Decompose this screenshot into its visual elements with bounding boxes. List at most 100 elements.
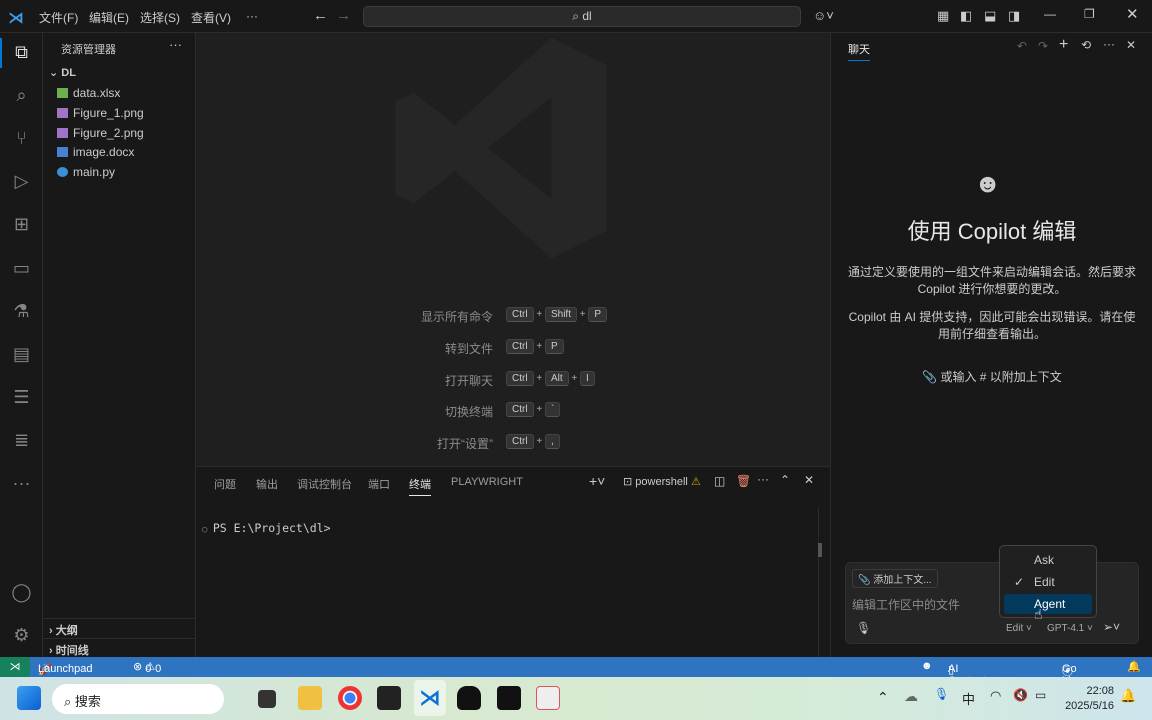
menu-selection[interactable]: 选择(S)	[140, 9, 180, 26]
forward-icon[interactable]: →	[336, 7, 351, 24]
attach-hint: 📎 或输入 # 以附加上下文	[922, 370, 1062, 384]
terminal-divider	[818, 507, 819, 657]
task-view-icon[interactable]	[258, 690, 276, 708]
terminal-output[interactable]: ○ PS E:\Project\dl>	[202, 521, 331, 535]
tab-playwright[interactable]: PLAYWRIGHT	[451, 476, 523, 488]
minimize-icon[interactable]: —	[1044, 7, 1056, 21]
menu-view[interactable]: 查看(V)	[191, 9, 231, 26]
hand-cursor-icon: ☝	[1034, 606, 1043, 622]
notifications-bell-icon[interactable]: 🔔	[1127, 660, 1141, 673]
send-icon[interactable]: ➢˅	[1103, 620, 1120, 634]
chat-title: 使用 Copilot 编辑	[907, 219, 1077, 244]
tab-debug-console[interactable]: 调试控制台	[297, 476, 352, 492]
file-explorer-icon[interactable]	[298, 686, 322, 710]
muted-speaker-icon[interactable]: 🔇	[1013, 688, 1028, 702]
undo-icon[interactable]: ↶	[1017, 39, 1027, 53]
menu-edit[interactable]: 编辑(E)	[89, 9, 129, 26]
copilot-icon[interactable]: ☺˅	[813, 8, 834, 23]
add-context-button[interactable]: 📎 添加上下文...	[852, 569, 938, 588]
menu-file[interactable]: 文件(F)	[39, 9, 78, 26]
capcut-icon[interactable]	[497, 686, 521, 710]
search-view-icon[interactable]: ⌕	[8, 82, 35, 109]
terminal-scrollbar[interactable]	[818, 543, 822, 557]
mode-option-ask[interactable]: Ask	[1004, 550, 1092, 570]
microphone-icon[interactable]: 🎙	[856, 621, 871, 635]
close-panel-icon[interactable]: ✕	[804, 473, 814, 487]
toggle-panel-icon[interactable]: ⬓	[984, 8, 996, 24]
database-icon[interactable]: ☰	[8, 384, 35, 411]
copilot-status-icon[interactable]: ☻	[921, 660, 933, 672]
toggle-secondary-sidebar-icon[interactable]: ◨	[1008, 8, 1020, 24]
windows-start-icon[interactable]	[17, 686, 41, 710]
testing-icon[interactable]: ⚗	[8, 298, 35, 325]
mode-option-edit[interactable]: ✓ Edit	[1004, 572, 1092, 592]
mode-dropdown: Ask ✓ Edit Agent	[999, 545, 1097, 618]
model-select[interactable]: GPT-4.1 ˅	[1047, 623, 1093, 634]
back-icon[interactable]: ←	[313, 7, 328, 24]
toggle-sidebar-icon[interactable]: ◧	[960, 8, 972, 24]
folder-dl[interactable]: ⌄ DL	[49, 66, 76, 79]
command-hint: 切换终端 Ctrl + `	[196, 401, 830, 421]
wifi-icon[interactable]: ◠	[990, 688, 1001, 704]
snipping-tool-icon[interactable]	[536, 686, 560, 710]
remote-explorer-icon[interactable]: ▭	[8, 255, 35, 282]
command-center-search[interactable]: ⌕ dl	[363, 6, 801, 27]
editor-area: 显示所有命令 Ctrl + Shift + P 转到文件 Ctrl + P 打开聊天…	[196, 33, 830, 466]
maximize-panel-icon[interactable]: ⌃	[780, 473, 790, 487]
mode-option-agent[interactable]: Agent	[1004, 594, 1092, 614]
file-item[interactable]: main.py	[57, 162, 115, 182]
problems-status[interactable]: ⊗ 0 ⚠ 0	[133, 660, 161, 675]
chat-panel: 聊天 ↶ ↷ + ⟲ ··· ✕ ☻ 使用 Copilot 编辑 通过定义要使用…	[830, 33, 1152, 657]
battery-icon[interactable]: ▭	[1035, 688, 1046, 702]
show-hidden-icons[interactable]: ⌃	[877, 689, 889, 706]
microphone-tray-icon[interactable]: 🎙	[934, 687, 949, 701]
file-item[interactable]: Figure_2.png	[57, 123, 144, 143]
menu-more[interactable]: ···	[246, 9, 258, 23]
run-debug-icon[interactable]: ▷	[8, 168, 35, 195]
tab-terminal[interactable]: 终端	[409, 476, 431, 496]
history-icon[interactable]: ⟲	[1081, 38, 1091, 52]
notification-icon[interactable]: 🔔	[1120, 688, 1136, 704]
tab-problems[interactable]: 问题	[214, 476, 236, 492]
explorer-icon[interactable]: ⧉	[8, 39, 35, 66]
file-item[interactable]: image.docx	[57, 142, 134, 162]
onedrive-icon[interactable]: ☁	[904, 688, 918, 705]
mode-select[interactable]: Edit ˅	[1006, 623, 1032, 634]
vscode-logo-icon: ⋊	[8, 10, 24, 27]
close-window-icon[interactable]: ✕	[1126, 5, 1139, 23]
vscode-taskbar-icon[interactable]: ⋊	[418, 686, 442, 710]
chat-tab[interactable]: 聊天	[848, 41, 870, 61]
explorer-more-icon[interactable]: ···	[169, 37, 182, 52]
new-terminal-icon[interactable]: +˅	[589, 473, 605, 489]
chrome-icon[interactable]	[338, 686, 362, 710]
terminal-selector[interactable]: ⊡ powershell ⚠	[623, 475, 701, 488]
more-views-icon[interactable]: ···	[8, 470, 35, 497]
trash-icon[interactable]: 🗑	[736, 474, 751, 488]
tab-ports[interactable]: 端口	[368, 476, 390, 492]
ime-indicator[interactable]: 中	[962, 689, 975, 708]
settings-gear-icon[interactable]: ⚙	[8, 622, 35, 649]
word-file-icon	[57, 147, 68, 157]
file-item[interactable]: data.xlsx	[57, 83, 120, 103]
taskbar-search[interactable]: ⌕ 搜索	[52, 684, 224, 714]
new-chat-icon[interactable]: +	[1059, 36, 1068, 54]
chat-input[interactable]: 编辑工作区中的文件	[852, 596, 960, 613]
remote-indicator-icon[interactable]: ⋊	[0, 657, 30, 677]
panel-more-icon[interactable]: ···	[757, 472, 769, 486]
file-item[interactable]: Figure_1.png	[57, 103, 144, 123]
terminal-app-icon[interactable]	[377, 686, 401, 710]
tab-output[interactable]: 输出	[256, 476, 278, 492]
outline-list-icon[interactable]: ≣	[8, 427, 35, 454]
layout-icon[interactable]: ▦	[937, 8, 949, 24]
clock[interactable]: 22:08 2025/5/16	[1060, 684, 1114, 714]
app-icon[interactable]	[457, 686, 481, 710]
chat-more-icon[interactable]: ···	[1103, 37, 1115, 51]
split-terminal-icon[interactable]: ◫	[714, 474, 725, 488]
account-icon[interactable]: ◯	[8, 579, 35, 606]
source-control-icon[interactable]: ⑂	[8, 125, 35, 152]
close-chat-icon[interactable]: ✕	[1126, 38, 1136, 52]
redo-icon[interactable]: ↷	[1038, 39, 1048, 53]
restore-icon[interactable]: ❐	[1084, 7, 1095, 21]
folder-icon[interactable]: ▤	[8, 341, 35, 368]
extensions-icon[interactable]: ⊞	[8, 211, 35, 238]
